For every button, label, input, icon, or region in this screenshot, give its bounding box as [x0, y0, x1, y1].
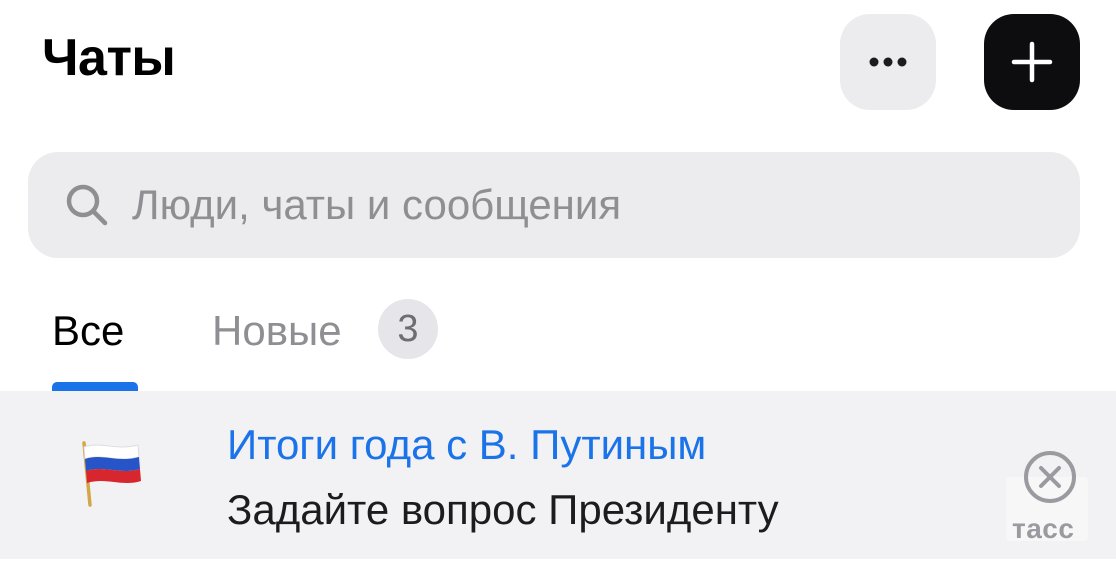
more-options-button[interactable] [840, 14, 936, 110]
search-input[interactable]: Люди, чаты и сообщения [28, 152, 1080, 258]
chat-filter-tabs: Все Новые 3 [0, 295, 1116, 391]
source-logo: тасс [1012, 513, 1075, 544]
banner-title[interactable]: Итоги года с В. Путиным [227, 421, 706, 469]
banner-subtitle: Задайте вопрос Президенту [227, 486, 779, 533]
russian-flag-icon [82, 441, 141, 507]
promo-banner[interactable]: Итоги года с В. Путиным Задайте вопрос П… [0, 391, 1116, 559]
search-placeholder: Люди, чаты и сообщения [132, 181, 622, 228]
unread-count-badge: 3 [378, 299, 438, 359]
ellipsis-icon [869, 57, 907, 67]
active-tab-indicator [52, 382, 138, 391]
tab-new[interactable]: Новые [212, 307, 342, 355]
tab-all[interactable]: Все [52, 307, 124, 355]
close-circle-icon[interactable] [1022, 449, 1078, 505]
new-chat-button[interactable] [984, 14, 1080, 110]
search-icon [66, 184, 108, 226]
plus-icon [1011, 41, 1053, 83]
page-title: Чаты [42, 29, 176, 87]
